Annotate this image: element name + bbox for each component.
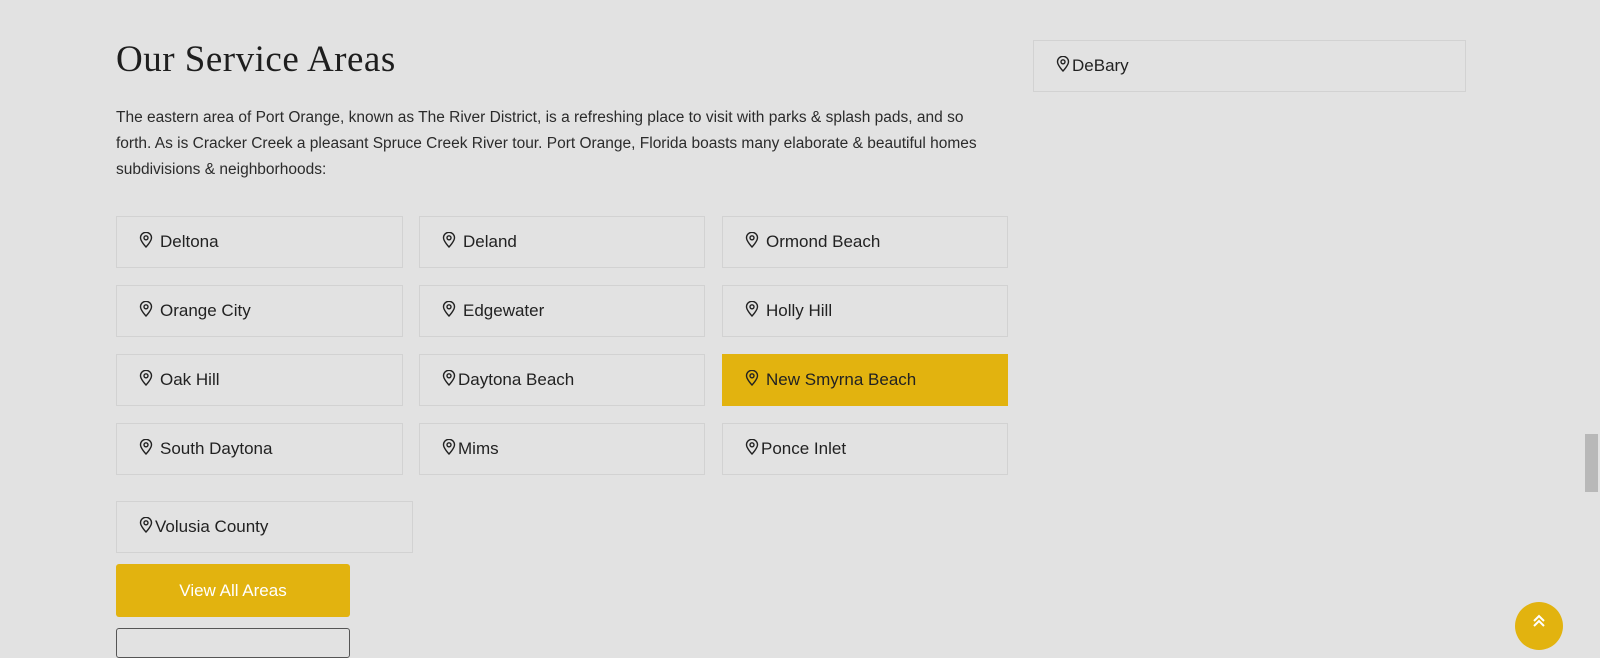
secondary-button[interactable] (116, 628, 350, 658)
area-item-oak-hill[interactable]: Oak Hill (116, 354, 403, 406)
location-pin-icon (139, 517, 153, 533)
area-label: Deltona (160, 232, 219, 251)
area-label: Daytona Beach (458, 370, 575, 389)
section-title: Our Service Areas (116, 39, 396, 80)
area-item-new-smyrna-beach[interactable]: New Smyrna Beach (722, 354, 1008, 406)
area-label: New Smyrna Beach (766, 370, 917, 389)
area-label: Holly Hill (766, 301, 833, 320)
area-label: Deland (463, 232, 517, 251)
section-intro: The eastern area of Port Orange, known a… (116, 109, 977, 178)
area-item-holly-hill[interactable]: Holly Hill (722, 285, 1008, 337)
area-label: Oak Hill (160, 370, 220, 389)
area-item-mims[interactable]: Mims (419, 423, 705, 475)
location-pin-icon (745, 301, 759, 317)
scrollbar-thumb[interactable] (1585, 434, 1598, 492)
area-item-edgewater[interactable]: Edgewater (419, 285, 705, 337)
double-chevron-up-icon (1532, 614, 1546, 650)
location-pin-icon (442, 301, 456, 317)
location-pin-icon (745, 232, 759, 248)
location-pin-icon (745, 439, 759, 455)
area-item-deltona[interactable]: Deltona (116, 216, 403, 268)
location-pin-icon (139, 301, 153, 317)
area-label: Ponce Inlet (761, 439, 847, 458)
location-pin-icon (139, 370, 153, 386)
area-label: Edgewater (463, 301, 545, 320)
area-label: Orange City (160, 301, 251, 320)
area-item-orange-city[interactable]: Orange City (116, 285, 403, 337)
location-pin-icon (442, 232, 456, 248)
area-item-volusia-county[interactable]: Volusia County (116, 501, 413, 553)
location-pin-icon (442, 370, 456, 386)
location-pin-icon (745, 370, 759, 386)
area-item-south-daytona[interactable]: South Daytona (116, 423, 403, 475)
location-pin-icon (139, 439, 153, 455)
area-label: Volusia County (155, 517, 269, 536)
location-pin-icon (1056, 56, 1070, 72)
area-item-daytona-beach[interactable]: Daytona Beach (419, 354, 705, 406)
area-item-ponce-inlet[interactable]: Ponce Inlet (722, 423, 1008, 475)
area-label: Mims (458, 439, 499, 458)
scroll-to-top-button[interactable] (1515, 602, 1563, 650)
view-all-areas-button[interactable]: View All Areas (116, 564, 350, 617)
area-item-debary[interactable]: DeBary (1033, 40, 1466, 92)
area-label: Ormond Beach (766, 232, 881, 251)
scrollbar-track[interactable] (1583, 0, 1600, 632)
area-item-deland[interactable]: Deland (419, 216, 705, 268)
location-pin-icon (442, 439, 456, 455)
location-pin-icon (139, 232, 153, 248)
area-label: DeBary (1072, 56, 1129, 75)
area-label: South Daytona (160, 439, 273, 458)
area-item-ormond-beach[interactable]: Ormond Beach (722, 216, 1008, 268)
